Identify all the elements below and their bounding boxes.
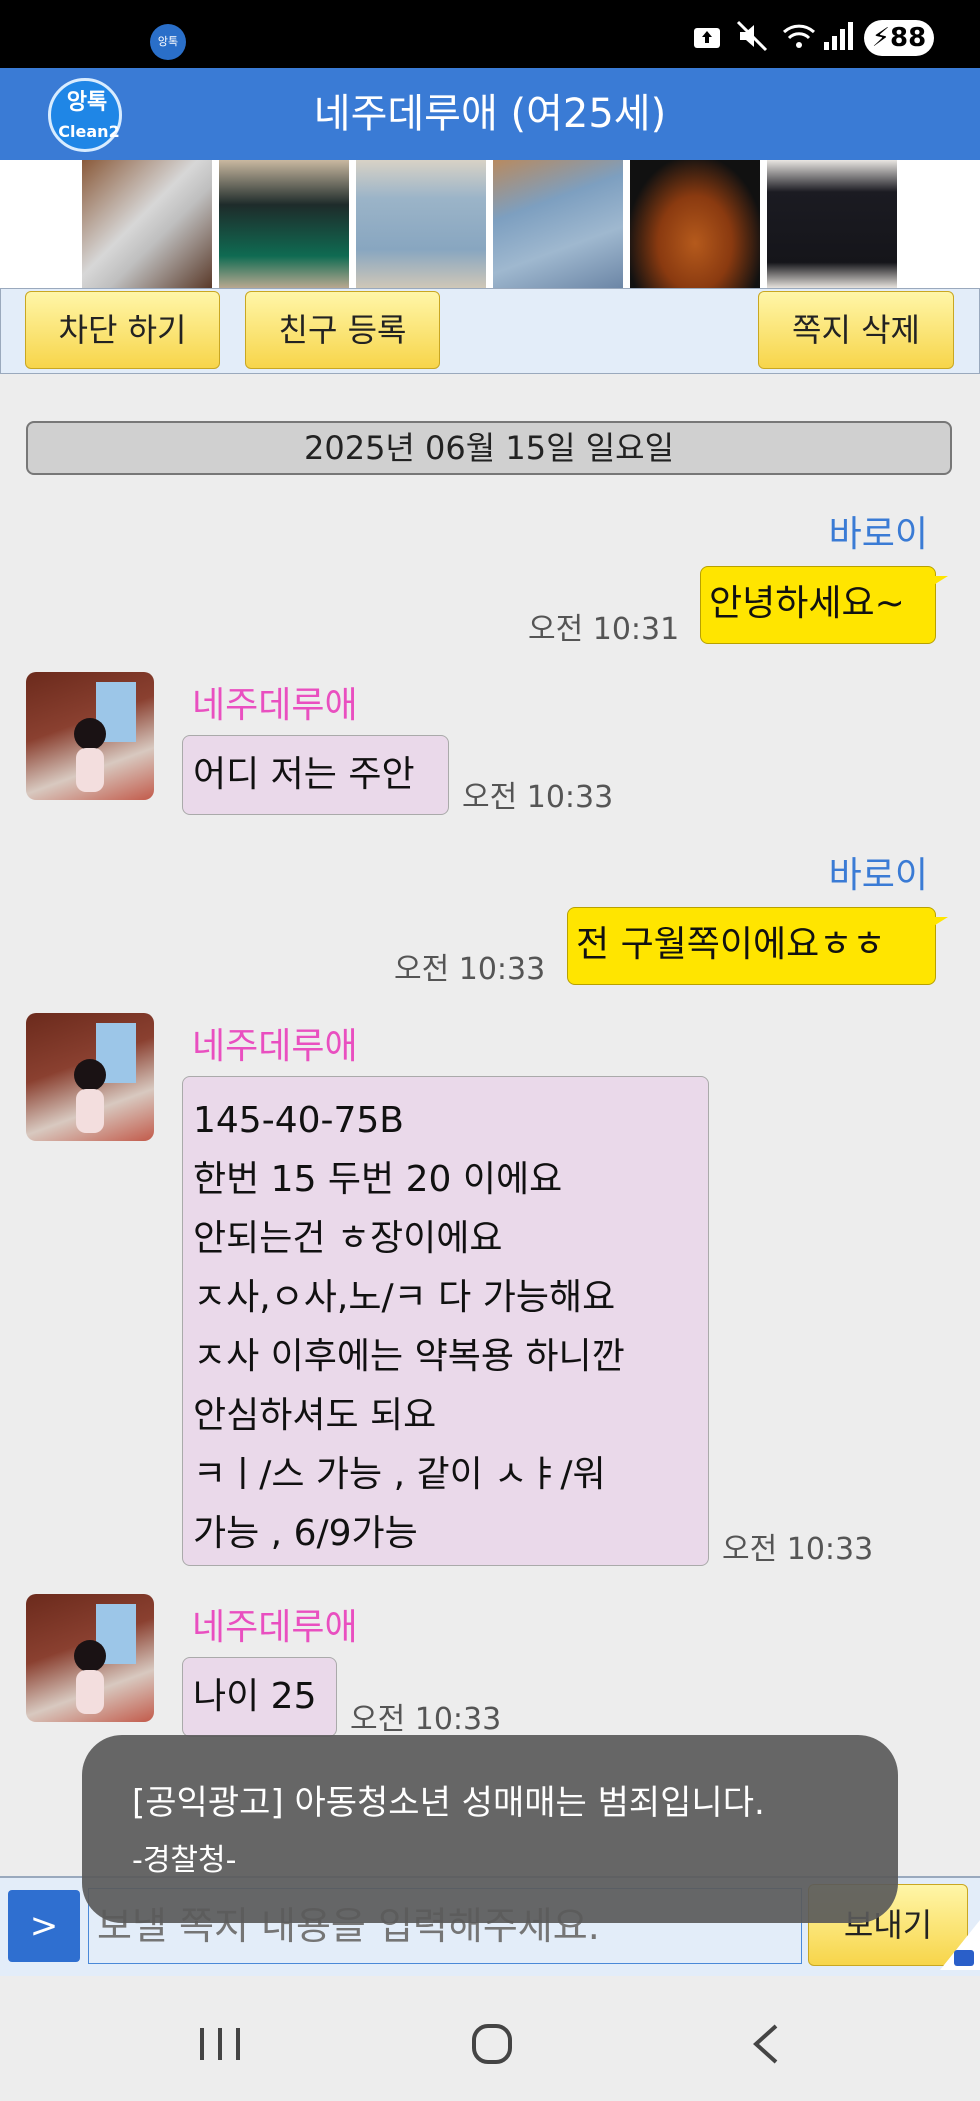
wifi-icon	[782, 20, 816, 59]
signal-icon	[822, 20, 854, 59]
message-bubble-me[interactable]: 전 구월쪽이에요ㅎㅎ	[567, 907, 936, 985]
ad-item-dress[interactable]	[219, 160, 349, 288]
page-title: 네주데루애 (여25세)	[313, 91, 667, 137]
message-bubble-other[interactable]: 나이 25	[182, 1657, 337, 1737]
avatar[interactable]	[26, 1594, 154, 1722]
expand-button[interactable]: >	[8, 1890, 80, 1962]
battery-level: 88	[890, 23, 927, 53]
back-icon[interactable]	[748, 2022, 784, 2070]
ad-item-denim-jacket[interactable]	[493, 160, 623, 288]
message-time: 오전 10:33	[350, 1702, 502, 1737]
message-time: 오전 10:33	[462, 780, 614, 815]
status-time: 10:33	[44, 10, 153, 50]
home-icon[interactable]	[470, 2022, 514, 2070]
ad-item-knit-sweater[interactable]	[767, 160, 897, 288]
toast-source: -경찰청-	[132, 1843, 237, 1878]
avatar[interactable]	[26, 1013, 154, 1141]
message-bubble-me[interactable]: 안녕하세요~	[700, 566, 936, 644]
sender-name-me: 바로이	[828, 855, 928, 896]
message-bubble-other[interactable]: 어디 저는 주안	[182, 735, 449, 815]
battery-indicator: ⚡88	[864, 20, 934, 56]
recents-icon[interactable]	[196, 2024, 244, 2068]
corner-badge-icon	[940, 1920, 980, 1970]
date-divider: 2025년 06월 15일 일요일	[26, 421, 952, 475]
logo-subtext: Clean2	[58, 122, 120, 141]
bubble-tail	[932, 576, 948, 586]
message-line: 안되는건 ㅎ장이에요	[193, 1218, 503, 1259]
ad-item-denim-dress[interactable]	[356, 160, 486, 288]
app-logo[interactable]: 앙톡 Clean2	[48, 78, 128, 152]
message-time: 오전 10:33	[394, 952, 546, 987]
message-line: 안심하셔도 되요	[193, 1395, 437, 1436]
toast-message: [공익광고] 아동청소년 성매매는 범죄입니다.	[132, 1783, 765, 1823]
message-line: 가능 , 6/9가능	[193, 1513, 418, 1554]
ad-item-phone-case[interactable]	[82, 160, 212, 288]
message-line: ㅈ사 이후에는 약복용 하니깐	[193, 1336, 625, 1377]
message-line: ㅈ사,ㅇ사,노/ㅋ 다 가능해요	[193, 1277, 616, 1318]
app-notification-icon: 앙톡	[150, 24, 186, 60]
message-line: 145-40-75B	[193, 1100, 405, 1141]
toast-notice: [공익광고] 아동청소년 성매매는 범죄입니다. -경찰청-	[82, 1735, 898, 1923]
message-time: 오전 10:33	[722, 1532, 874, 1567]
upload-notification-icon	[692, 20, 722, 57]
sender-name-other: 네주데루애	[192, 1026, 358, 1067]
message-line: ㅋㅣ/스 가능 , 같이 ㅅㅑ/워	[193, 1454, 606, 1495]
block-button[interactable]: 차단 하기	[25, 291, 220, 369]
mute-icon	[736, 20, 768, 59]
add-friend-button[interactable]: 친구 등록	[245, 291, 440, 369]
delete-note-button[interactable]: 쪽지 삭제	[758, 291, 954, 369]
message-time: 오전 10:31	[528, 612, 680, 647]
message-line: 한번 15 두번 20 이에요	[193, 1159, 563, 1200]
charging-icon: ⚡	[871, 23, 891, 53]
logo-text: 앙톡	[66, 90, 108, 115]
sender-name-other: 네주데루애	[192, 1607, 358, 1648]
sender-name-me: 바로이	[828, 514, 928, 555]
avatar[interactable]	[26, 672, 154, 800]
ad-item-loafer[interactable]	[630, 160, 760, 288]
bubble-tail	[932, 917, 948, 927]
sender-name-other: 네주데루애	[192, 685, 358, 726]
message-bubble-other[interactable]: 145-40-75B 한번 15 두번 20 이에요 안되는건 ㅎ장이에요 ㅈ사…	[182, 1076, 709, 1566]
